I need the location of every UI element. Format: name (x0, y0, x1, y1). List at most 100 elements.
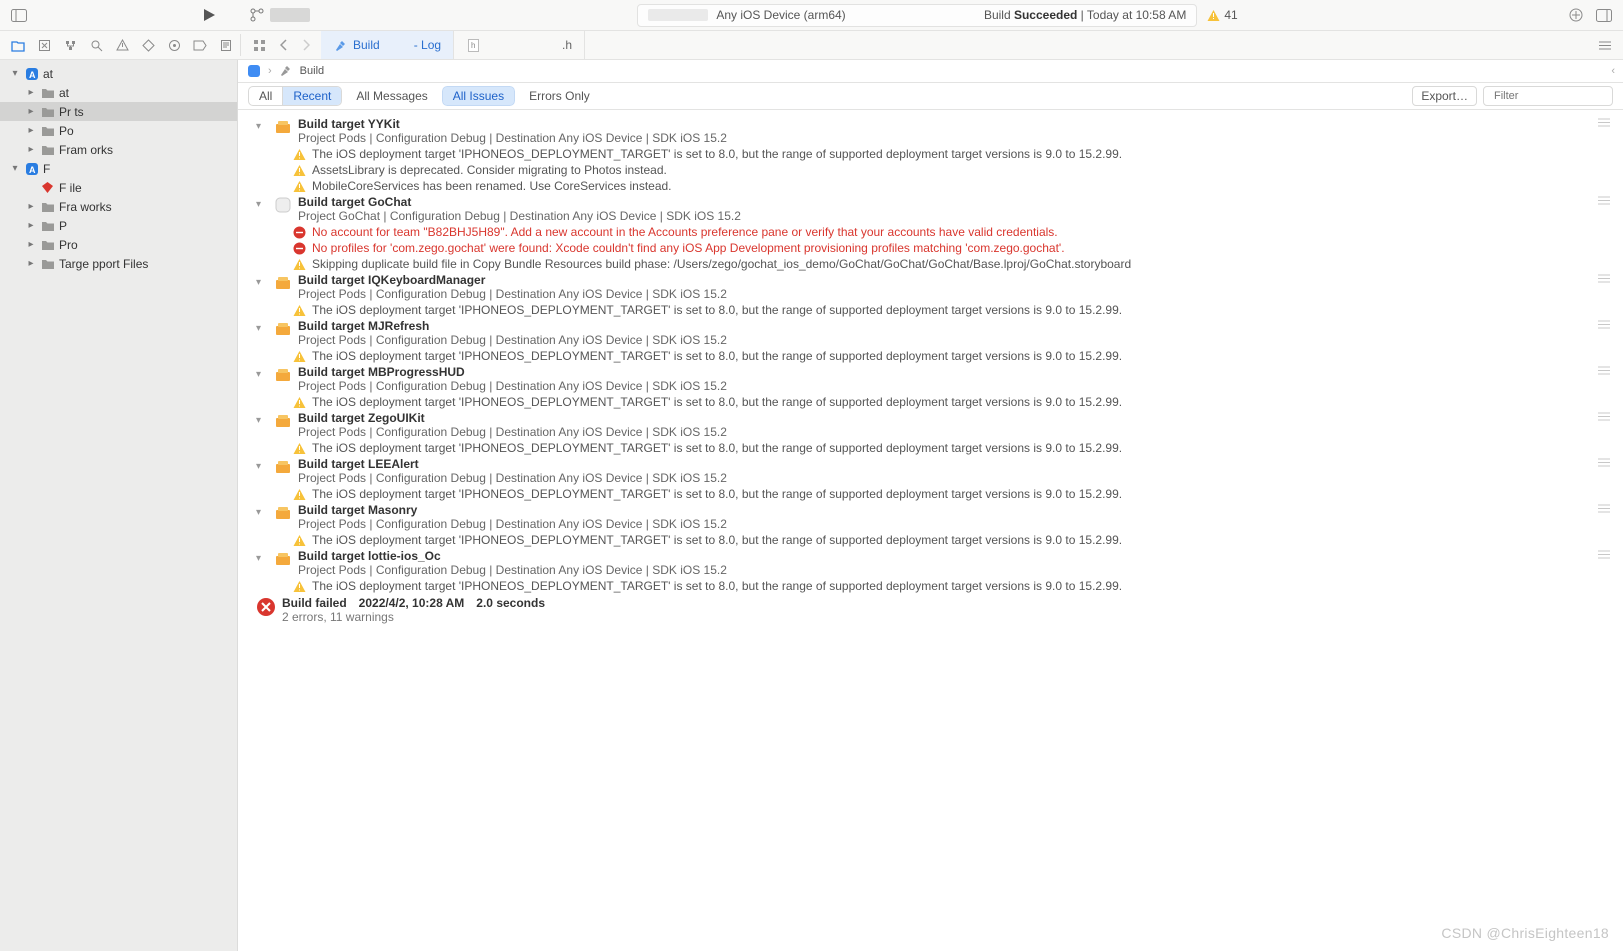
warning-message[interactable]: AssetsLibrary is deprecated. Consider mi… (256, 162, 1623, 178)
sidebar-item[interactable]: ▸ at (0, 83, 237, 102)
target-subtitle: Project Pods | Configuration Debug | Des… (298, 333, 727, 347)
filter-all-messages[interactable]: All Messages (348, 89, 435, 103)
warning-message[interactable]: Skipping duplicate build file in Copy Bu… (256, 256, 1623, 272)
target-header[interactable]: ▾Build target YYKitProject Pods | Config… (256, 116, 1623, 146)
project-navigator-icon[interactable] (6, 33, 30, 57)
detail-icon[interactable] (1597, 549, 1611, 560)
error-message[interactable]: No profiles for 'com.zego.gochat' were f… (256, 240, 1623, 256)
back-button[interactable] (273, 33, 295, 57)
scope-recent[interactable]: Recent (283, 87, 341, 105)
detail-icon[interactable] (1597, 411, 1611, 422)
sidebar-item[interactable]: ▸Pro (0, 235, 237, 254)
library-button[interactable] (1565, 4, 1587, 26)
detail-icon[interactable] (1597, 457, 1611, 468)
warning-message[interactable]: The iOS deployment target 'IPHONEOS_DEPL… (256, 578, 1623, 594)
warning-message[interactable]: The iOS deployment target 'IPHONEOS_DEPL… (256, 486, 1623, 502)
target-header[interactable]: ▾Build target lottie-ios_OcProject Pods … (256, 548, 1623, 578)
sidebar-item-label: F (43, 162, 50, 176)
forward-button[interactable] (295, 33, 317, 57)
tab-header-file[interactable]: h .h (454, 31, 585, 59)
build-log[interactable]: ▾Build target YYKitProject Pods | Config… (238, 110, 1623, 951)
disclosure-icon[interactable]: ▸ (26, 106, 36, 117)
sidebar-item[interactable]: ▸P (0, 216, 237, 235)
filter-all-issues[interactable]: All Issues (442, 86, 515, 106)
detail-icon[interactable] (1597, 117, 1611, 128)
sidebar-item[interactable]: F ile (0, 178, 237, 197)
warning-count-badge[interactable]: 41 (1207, 4, 1237, 27)
disclosure-icon[interactable]: ▾ (256, 121, 268, 132)
report-navigator-icon[interactable] (214, 33, 238, 57)
disclosure-icon[interactable]: ▾ (256, 553, 268, 564)
disclosure-icon[interactable]: ▸ (26, 258, 36, 269)
status-box[interactable]: Any iOS Device (arm64) Build Succeeded |… (637, 4, 1197, 27)
disclosure-icon[interactable]: ▾ (10, 163, 20, 174)
disclosure-icon[interactable]: ▸ (26, 239, 36, 250)
scope-all[interactable]: All (249, 87, 283, 105)
target-header[interactable]: ▾Build target LEEAlertProject Pods | Con… (256, 456, 1623, 486)
scheme-selector[interactable] (250, 8, 310, 22)
target-header[interactable]: ▾Build target MasonryProject Pods | Conf… (256, 502, 1623, 532)
filter-input[interactable] (1494, 90, 1623, 102)
filter-errors-only[interactable]: Errors Only (521, 89, 598, 103)
sidebar-item[interactable]: ▾AF (0, 159, 237, 178)
disclosure-icon[interactable]: ▾ (256, 369, 268, 380)
test-navigator-icon[interactable] (136, 33, 160, 57)
detail-icon[interactable] (1597, 273, 1611, 284)
target-header[interactable]: ▾Build target MJRefreshProject Pods | Co… (256, 318, 1623, 348)
target-header[interactable]: ▾Build target ZegoUIKitProject Pods | Co… (256, 410, 1623, 440)
disclosure-icon[interactable]: ▾ (256, 461, 268, 472)
export-button[interactable]: Export… (1412, 86, 1477, 106)
editor-grid-icon[interactable] (247, 33, 271, 57)
sidebar-item[interactable]: ▸Fra works (0, 197, 237, 216)
message-text: The iOS deployment target 'IPHONEOS_DEPL… (312, 441, 1122, 455)
disclosure-icon[interactable]: ▾ (256, 277, 268, 288)
collapse-chevron-icon[interactable]: ‹ (1611, 65, 1615, 77)
sidebar-item[interactable]: ▸Fram orks (0, 140, 237, 159)
breadcrumb[interactable]: › Build ‹ (238, 60, 1623, 83)
debug-navigator-icon[interactable] (162, 33, 186, 57)
adjust-editor-icon[interactable] (1593, 33, 1617, 57)
disclosure-icon[interactable]: ▾ (10, 68, 20, 79)
warning-message[interactable]: The iOS deployment target 'IPHONEOS_DEPL… (256, 146, 1623, 162)
find-navigator-icon[interactable] (84, 33, 108, 57)
warning-message[interactable]: The iOS deployment target 'IPHONEOS_DEPL… (256, 532, 1623, 548)
warning-message[interactable]: The iOS deployment target 'IPHONEOS_DEPL… (256, 440, 1623, 456)
disclosure-icon[interactable]: ▾ (256, 415, 268, 426)
warning-message[interactable]: MobileCoreServices has been renamed. Use… (256, 178, 1623, 194)
disclosure-icon[interactable]: ▸ (26, 87, 36, 98)
sidebar-item[interactable]: ▸Targe pport Files (0, 254, 237, 273)
disclosure-icon[interactable]: ▸ (26, 201, 36, 212)
project-navigator[interactable]: ▾A at▸ at▸Pr ts▸Po ▸Fram orks▾AF F ile▸F… (0, 60, 238, 951)
disclosure-icon[interactable]: ▾ (256, 323, 268, 334)
disclosure-icon[interactable]: ▸ (26, 144, 36, 155)
filter-field[interactable] (1483, 86, 1613, 106)
detail-icon[interactable] (1597, 503, 1611, 514)
detail-icon[interactable] (1597, 365, 1611, 376)
disclosure-icon[interactable]: ▾ (256, 199, 268, 210)
target-header[interactable]: ▾Build target MBProgressHUDProject Pods … (256, 364, 1623, 394)
symbol-navigator-icon[interactable] (58, 33, 82, 57)
issue-navigator-icon[interactable] (110, 33, 134, 57)
disclosure-icon[interactable]: ▸ (26, 220, 36, 231)
warning-message[interactable]: The iOS deployment target 'IPHONEOS_DEPL… (256, 348, 1623, 364)
inspector-toggle-icon[interactable] (1593, 4, 1615, 26)
sidebar-item[interactable]: ▾A at (0, 64, 237, 83)
scheme-name-redacted (270, 8, 310, 22)
sidebar-item[interactable]: ▸Pr ts (0, 102, 237, 121)
build-failed-summary[interactable]: Build failed2022/4/2, 10:28 AM2.0 second… (238, 594, 1623, 626)
error-message[interactable]: No account for team "B82BHJ5H89". Add a … (256, 224, 1623, 240)
breakpoint-navigator-icon[interactable] (188, 33, 212, 57)
target-header[interactable]: ▾Build target IQKeyboardManagerProject P… (256, 272, 1623, 302)
disclosure-icon[interactable]: ▾ (256, 507, 268, 518)
detail-icon[interactable] (1597, 195, 1611, 206)
detail-icon[interactable] (1597, 319, 1611, 330)
disclosure-icon[interactable]: ▸ (26, 125, 36, 136)
run-button[interactable] (198, 4, 220, 26)
source-control-navigator-icon[interactable] (32, 33, 56, 57)
target-header[interactable]: ▾Build target GoChatProject GoChat | Con… (256, 194, 1623, 224)
sidebar-toggle-icon[interactable] (8, 4, 30, 26)
sidebar-item[interactable]: ▸Po (0, 121, 237, 140)
warning-message[interactable]: The iOS deployment target 'IPHONEOS_DEPL… (256, 302, 1623, 318)
tab-build[interactable]: Build - Log (321, 31, 454, 59)
warning-message[interactable]: The iOS deployment target 'IPHONEOS_DEPL… (256, 394, 1623, 410)
